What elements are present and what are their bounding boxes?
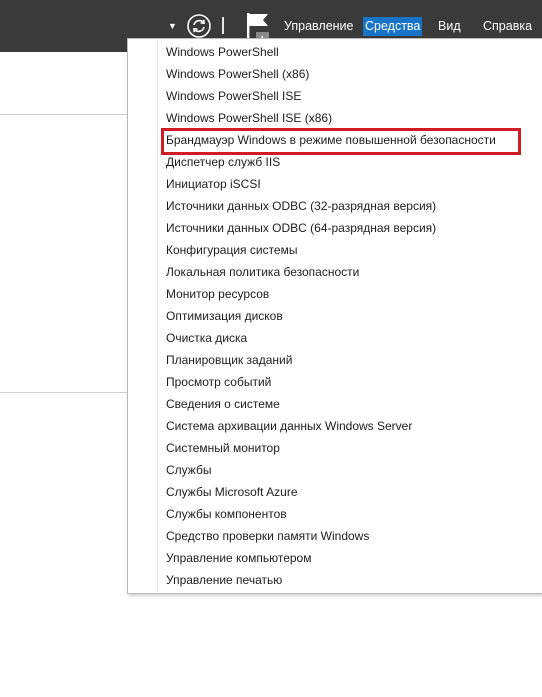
tools-menu-item[interactable]: Службы: [166, 461, 211, 479]
toolbar-divider: [222, 17, 224, 34]
tools-menu-item[interactable]: Конфигурация системы: [166, 241, 297, 259]
menu-icon-gutter: [157, 40, 158, 592]
tools-menu-item[interactable]: Монитор ресурсов: [166, 285, 269, 303]
tools-menu-item[interactable]: Локальная политика безопасности: [166, 263, 359, 281]
tools-menu-item[interactable]: Система архивации данных Windows Server: [166, 417, 412, 435]
tools-menu-item[interactable]: Оптимизация дисков: [166, 307, 283, 325]
left-panel: [0, 52, 128, 393]
tools-menu-item[interactable]: Windows PowerShell (x86): [166, 65, 309, 83]
panel-divider: [0, 114, 128, 115]
tools-menu-item[interactable]: Сведения о системе: [166, 395, 280, 413]
tools-menu-item[interactable]: Windows PowerShell ISE: [166, 87, 301, 105]
tools-menu-item[interactable]: Источники данных ODBC (32-разрядная верс…: [166, 197, 436, 215]
tools-menu-item[interactable]: Просмотр событий: [166, 373, 271, 391]
tools-menu-item[interactable]: Диспетчер служб IIS: [166, 153, 280, 171]
tools-menu-item[interactable]: Управление компьютером: [166, 549, 311, 567]
tools-menu-item[interactable]: Источники данных ODBC (64-разрядная верс…: [166, 219, 436, 237]
tools-menu-item[interactable]: Управление печатью: [166, 571, 282, 589]
tools-menu-item[interactable]: Системный монитор: [166, 439, 280, 457]
tools-menu-item[interactable]: Инициатор iSCSI: [166, 175, 261, 193]
tools-menu-item[interactable]: Windows PowerShell ISE (x86): [166, 109, 332, 127]
tools-menu-item[interactable]: Службы Microsoft Azure: [166, 483, 298, 501]
tools-menu-item[interactable]: Службы компонентов: [166, 505, 287, 523]
tools-menu-item[interactable]: Средство проверки памяти Windows: [166, 527, 369, 545]
highlight-box: [161, 128, 521, 155]
tools-menu-item[interactable]: Очистка диска: [166, 329, 247, 347]
tools-menu-item[interactable]: Windows PowerShell: [166, 43, 279, 61]
tools-menu-item[interactable]: Планировщик заданий: [166, 351, 292, 369]
menu-tools-label: Средства: [363, 16, 423, 36]
